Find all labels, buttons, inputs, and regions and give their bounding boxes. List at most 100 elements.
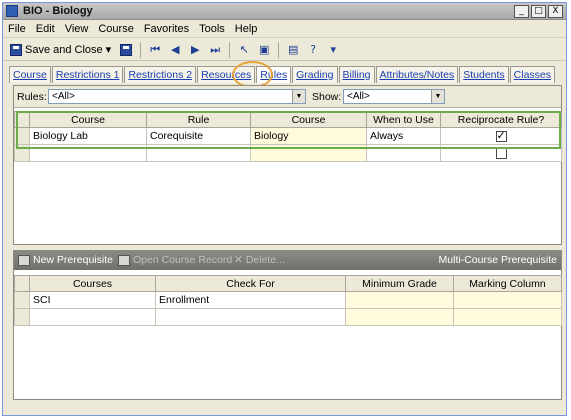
menu-course[interactable]: Course bbox=[98, 23, 133, 35]
row-selector[interactable] bbox=[14, 127, 30, 145]
close-button[interactable]: X bbox=[548, 5, 563, 18]
folder-icon bbox=[118, 254, 130, 266]
column-header-course[interactable]: Course bbox=[250, 111, 367, 128]
chevron-down-icon: ▼ bbox=[431, 90, 444, 103]
cell-reciprocate[interactable] bbox=[440, 144, 562, 162]
tab-grading[interactable]: Grading bbox=[292, 66, 338, 83]
row-header-corner bbox=[14, 275, 30, 292]
row-selector[interactable] bbox=[14, 308, 30, 326]
rules-filter-select[interactable]: <All> ▼ bbox=[48, 89, 306, 104]
tab-billing[interactable]: Billing bbox=[338, 66, 375, 83]
row-selector[interactable] bbox=[14, 144, 30, 162]
save-icon-button[interactable] bbox=[118, 42, 134, 58]
column-header-minimum-grade[interactable]: Minimum Grade bbox=[345, 275, 454, 292]
help-dropdown-icon[interactable]: ▾ bbox=[325, 42, 341, 58]
table-row[interactable]: SCI Enrollment bbox=[14, 291, 562, 309]
menu-bar: File Edit View Course Favorites Tools He… bbox=[3, 21, 566, 38]
multi-course-prerequisite-button[interactable]: Multi-Course Prerequisite bbox=[439, 254, 557, 266]
maximize-button[interactable]: □ bbox=[531, 5, 546, 18]
cell-minimum-grade[interactable] bbox=[345, 308, 454, 326]
save-icon bbox=[10, 43, 22, 56]
delete-label: Delete... bbox=[245, 254, 285, 266]
prerequisite-panel: New Prerequisite Open Course Record ✕ De… bbox=[13, 250, 562, 400]
cell-marking-column[interactable] bbox=[453, 308, 562, 326]
cell-rule[interactable] bbox=[146, 144, 251, 162]
rules-filter-value: <All> bbox=[52, 91, 75, 102]
cell-minimum-grade[interactable] bbox=[345, 291, 454, 309]
toolbar-separator bbox=[229, 41, 231, 58]
next-record-icon[interactable]: ▶ bbox=[187, 42, 203, 58]
cell-when-to-use[interactable] bbox=[366, 144, 441, 162]
column-header-course[interactable]: Course bbox=[29, 111, 147, 128]
column-header-check-for[interactable]: Check For bbox=[155, 275, 346, 292]
cell-course-2[interactable]: Biology bbox=[250, 127, 367, 145]
title-bar: BIO - Biology _ □ X bbox=[3, 3, 566, 20]
cell-courses[interactable]: SCI bbox=[29, 291, 156, 309]
column-header-courses[interactable]: Courses bbox=[29, 275, 156, 292]
open-course-record-button[interactable]: Open Course Record bbox=[118, 254, 232, 266]
show-filter-select[interactable]: <All> ▼ bbox=[343, 89, 445, 104]
save-and-close-label: Save and Close bbox=[25, 43, 103, 56]
tab-classes[interactable]: Classes bbox=[509, 66, 556, 83]
tab-course[interactable]: Course bbox=[9, 66, 51, 83]
menu-tools[interactable]: Tools bbox=[199, 23, 225, 35]
reciprocate-checkbox[interactable] bbox=[495, 129, 507, 142]
menu-view[interactable]: View bbox=[65, 23, 89, 35]
cell-when-to-use[interactable]: Always bbox=[366, 127, 441, 145]
tab-restrictions-2[interactable]: Restrictions 2 bbox=[124, 66, 197, 83]
tab-students[interactable]: Students bbox=[459, 66, 509, 83]
table-row[interactable]: Biology Lab Corequisite Biology Always bbox=[14, 127, 562, 145]
menu-file[interactable]: File bbox=[8, 23, 26, 35]
cell-check-for[interactable] bbox=[155, 308, 346, 326]
delete-button[interactable]: ✕ Delete... bbox=[234, 254, 285, 266]
tab-restrictions-1[interactable]: Restrictions 1 bbox=[51, 66, 124, 83]
column-header-rule[interactable]: Rule bbox=[146, 111, 251, 128]
cell-reciprocate[interactable] bbox=[440, 127, 562, 145]
tab-rules[interactable]: Rules bbox=[256, 66, 292, 83]
cell-rule[interactable]: Corequisite bbox=[146, 127, 251, 145]
last-record-icon[interactable]: ⏭ bbox=[207, 42, 223, 58]
cell-course[interactable]: Biology Lab bbox=[29, 127, 147, 145]
rules-panel: Rules: <All> ▼ Show: <All> ▼ Course Rule… bbox=[13, 85, 562, 245]
new-icon bbox=[18, 254, 30, 266]
row-header-corner bbox=[14, 111, 30, 128]
row-selector[interactable] bbox=[14, 291, 30, 309]
previous-record-icon[interactable]: ◀ bbox=[167, 42, 183, 58]
toolbar-separator bbox=[278, 41, 280, 58]
show-filter-value: <All> bbox=[347, 91, 370, 102]
toolbar: Save and Close ▾ ⏮ ◀ ▶ ⏭ ↖ ▣ ▤ ? ▾ bbox=[3, 39, 566, 61]
column-header-when-to-use[interactable]: When to Use bbox=[366, 111, 441, 128]
application-window: BIO - Biology _ □ X File Edit View Cours… bbox=[2, 2, 567, 416]
first-record-icon[interactable]: ⏮ bbox=[147, 42, 163, 58]
tab-attributes-notes[interactable]: Attributes/Notes bbox=[375, 66, 459, 83]
minimize-button[interactable]: _ bbox=[514, 5, 529, 18]
new-prerequisite-label: New Prerequisite bbox=[33, 254, 113, 266]
new-prerequisite-button[interactable]: New Prerequisite bbox=[18, 254, 113, 266]
properties-icon[interactable]: ▤ bbox=[285, 42, 301, 58]
prerequisite-toolbar: New Prerequisite Open Course Record ✕ De… bbox=[14, 251, 561, 270]
reciprocate-checkbox[interactable] bbox=[495, 147, 507, 159]
save-and-close-button[interactable]: Save and Close ▾ bbox=[7, 43, 114, 56]
column-header-reciprocate-rule[interactable]: Reciprocate Rule? bbox=[440, 111, 562, 128]
cell-marking-column[interactable] bbox=[453, 291, 562, 309]
menu-favorites[interactable]: Favorites bbox=[144, 23, 189, 35]
cell-courses[interactable] bbox=[29, 308, 156, 326]
cell-course-2[interactable] bbox=[250, 144, 367, 162]
toolbar-separator bbox=[140, 41, 142, 58]
open-course-record-label: Open Course Record bbox=[133, 254, 233, 266]
menu-edit[interactable]: Edit bbox=[36, 23, 55, 35]
tab-resources[interactable]: Resources bbox=[197, 66, 256, 83]
app-icon bbox=[6, 5, 18, 17]
rules-filter-bar: Rules: <All> ▼ Show: <All> ▼ bbox=[14, 86, 561, 108]
column-header-marking-column[interactable]: Marking Column bbox=[453, 275, 562, 292]
table-row[interactable] bbox=[14, 144, 562, 162]
prerequisite-table: Courses Check For Minimum Grade Marking … bbox=[14, 275, 562, 326]
delete-icon: ✕ bbox=[234, 254, 243, 266]
help-icon[interactable]: ? bbox=[305, 42, 321, 58]
menu-help[interactable]: Help bbox=[235, 23, 258, 35]
cell-course[interactable] bbox=[29, 144, 147, 162]
table-row[interactable] bbox=[14, 308, 562, 326]
image-icon[interactable]: ▣ bbox=[256, 42, 272, 58]
pointer-help-icon[interactable]: ↖ bbox=[236, 42, 252, 58]
cell-check-for[interactable]: Enrollment bbox=[155, 291, 346, 309]
